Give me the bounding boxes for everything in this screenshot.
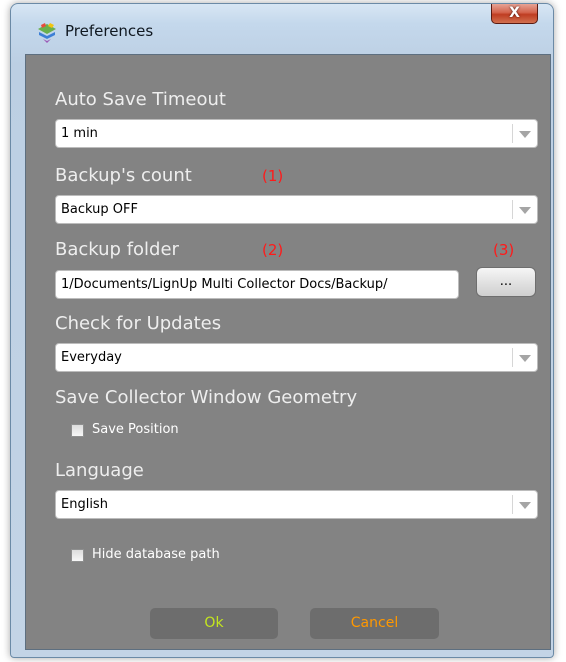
close-button[interactable]: X (491, 4, 538, 24)
auto-save-value: 1 min (61, 126, 98, 141)
preferences-panel: Auto Save Timeout 1 min Backup's count (… (25, 54, 551, 650)
ok-button[interactable]: Ok (150, 608, 278, 639)
hide-database-path-label: Hide database path (92, 547, 220, 562)
backup-count-dropdown[interactable]: Backup OFF (55, 195, 538, 224)
language-label: Language (55, 460, 144, 481)
backup-count-label: Backup's count (55, 165, 192, 186)
save-position-checkbox[interactable] (71, 424, 84, 437)
dropdown-separator (512, 348, 513, 367)
language-dropdown[interactable]: English (55, 490, 538, 519)
dropdown-separator (512, 124, 513, 143)
marker-1: (1) (262, 167, 284, 185)
preferences-window: Preferences X Auto Save Timeout 1 min Ba… (10, 3, 554, 658)
language-value: English (61, 497, 108, 512)
title-bar[interactable]: Preferences X (11, 4, 553, 52)
updates-value: Everyday (61, 350, 122, 365)
chevron-down-icon (519, 207, 531, 214)
auto-save-label: Auto Save Timeout (55, 89, 226, 110)
backup-folder-label: Backup folder (55, 239, 179, 260)
close-icon: X (509, 5, 520, 21)
cancel-button[interactable]: Cancel (310, 608, 439, 639)
auto-save-dropdown[interactable]: 1 min (55, 119, 538, 148)
save-position-label: Save Position (92, 422, 179, 437)
window-title: Preferences (65, 22, 154, 40)
browse-folder-button[interactable]: ... (476, 267, 536, 297)
updates-dropdown[interactable]: Everyday (55, 343, 538, 372)
marker-3: (3) (493, 241, 515, 259)
updates-label: Check for Updates (55, 313, 222, 334)
app-multicolor-icon (38, 23, 56, 43)
hide-database-path-checkbox[interactable] (71, 549, 84, 562)
backup-folder-path: 1/Documents/LignUp Multi Collector Docs/… (61, 277, 388, 292)
chevron-down-icon (519, 355, 531, 362)
dropdown-separator (512, 200, 513, 219)
chevron-down-icon (519, 502, 531, 509)
chevron-down-icon (519, 131, 531, 138)
geometry-label: Save Collector Window Geometry (55, 387, 358, 408)
backup-count-value: Backup OFF (61, 202, 138, 217)
marker-2: (2) (262, 241, 284, 259)
backup-folder-path-field[interactable]: 1/Documents/LignUp Multi Collector Docs/… (55, 270, 459, 299)
dropdown-separator (512, 495, 513, 514)
